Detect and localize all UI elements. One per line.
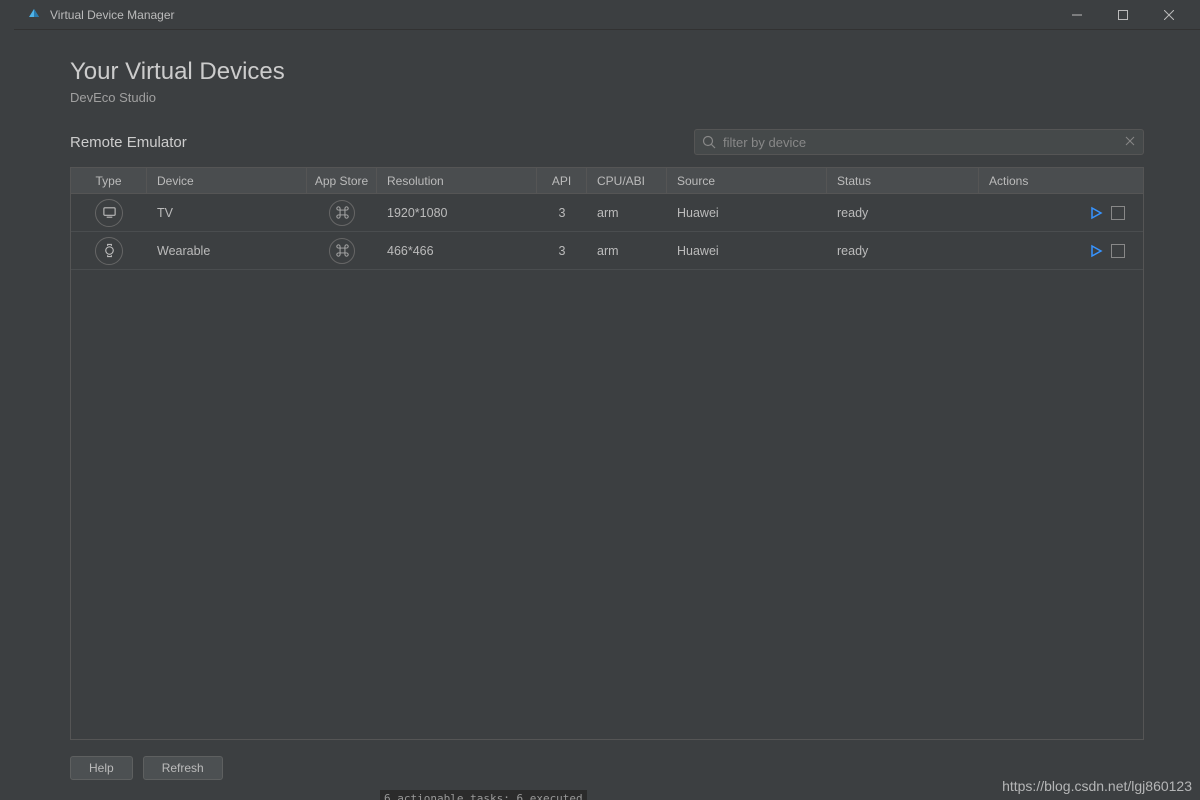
close-button[interactable]: [1146, 0, 1192, 30]
appstore-button[interactable]: [329, 200, 355, 226]
background-terminal-text: 6 actionable tasks: 6 executed: [380, 790, 587, 800]
run-button[interactable]: [1089, 206, 1103, 220]
page-heading: Your Virtual Devices: [70, 58, 1144, 86]
cell-status: ready: [827, 194, 979, 231]
command-icon: [336, 244, 349, 257]
tv-icon: [95, 199, 123, 227]
device-table: Type Device App Store Resolution API CPU…: [70, 167, 1144, 740]
window-controls: [1054, 0, 1192, 30]
window: Virtual Device Manager Your Virtual Devi…: [14, 0, 1200, 800]
cell-device: TV: [147, 194, 307, 231]
cell-source: Huawei: [667, 232, 827, 269]
cell-device: Wearable: [147, 232, 307, 269]
window-title: Virtual Device Manager: [50, 8, 1054, 22]
background-sidebar: [0, 0, 14, 800]
cell-appstore: [307, 232, 377, 269]
table-row: TV 1920*1080 3 arm Huawei ready: [71, 194, 1143, 232]
cell-source: Huawei: [667, 194, 827, 231]
th-status[interactable]: Status: [827, 168, 979, 193]
th-source[interactable]: Source: [667, 168, 827, 193]
wearable-icon: [95, 237, 123, 265]
play-icon: [1089, 206, 1103, 220]
cell-actions: [979, 232, 1143, 269]
th-api[interactable]: API: [537, 168, 587, 193]
titlebar: Virtual Device Manager: [14, 0, 1200, 30]
cell-cpu: arm: [587, 232, 667, 269]
th-type[interactable]: Type: [71, 168, 147, 193]
cell-resolution: 1920*1080: [377, 194, 537, 231]
refresh-button[interactable]: Refresh: [143, 756, 223, 780]
table-row: Wearable 466*466 3 arm Huawei ready: [71, 232, 1143, 270]
cell-cpu: arm: [587, 194, 667, 231]
command-icon: [336, 206, 349, 219]
stop-button[interactable]: [1111, 206, 1125, 220]
th-actions[interactable]: Actions: [979, 168, 1143, 193]
filter-input[interactable]: [723, 135, 1119, 150]
help-button[interactable]: Help: [70, 756, 133, 780]
cell-actions: [979, 194, 1143, 231]
th-cpu[interactable]: CPU/ABI: [587, 168, 667, 193]
th-appstore[interactable]: App Store: [307, 168, 377, 193]
cell-resolution: 466*466: [377, 232, 537, 269]
cell-api: 3: [537, 194, 587, 231]
th-device[interactable]: Device: [147, 168, 307, 193]
page-subheading: DevEco Studio: [70, 90, 1144, 105]
section-title: Remote Emulator: [70, 134, 187, 151]
minimize-button[interactable]: [1054, 0, 1100, 30]
run-button[interactable]: [1089, 244, 1103, 258]
stop-button[interactable]: [1111, 244, 1125, 258]
cell-type: [71, 232, 147, 269]
cell-status: ready: [827, 232, 979, 269]
cell-api: 3: [537, 232, 587, 269]
maximize-button[interactable]: [1100, 0, 1146, 30]
cell-appstore: [307, 194, 377, 231]
footer: Help Refresh: [14, 740, 1200, 800]
search-icon: [702, 135, 716, 154]
section-header-row: Remote Emulator: [70, 129, 1144, 155]
clear-filter-icon[interactable]: [1123, 134, 1137, 153]
content-area: Your Virtual Devices DevEco Studio Remot…: [14, 30, 1200, 740]
app-logo-icon: [26, 7, 42, 23]
table-header: Type Device App Store Resolution API CPU…: [71, 168, 1143, 194]
search-box[interactable]: [694, 129, 1144, 155]
th-resolution[interactable]: Resolution: [377, 168, 537, 193]
cell-type: [71, 194, 147, 231]
play-icon: [1089, 244, 1103, 258]
appstore-button[interactable]: [329, 238, 355, 264]
